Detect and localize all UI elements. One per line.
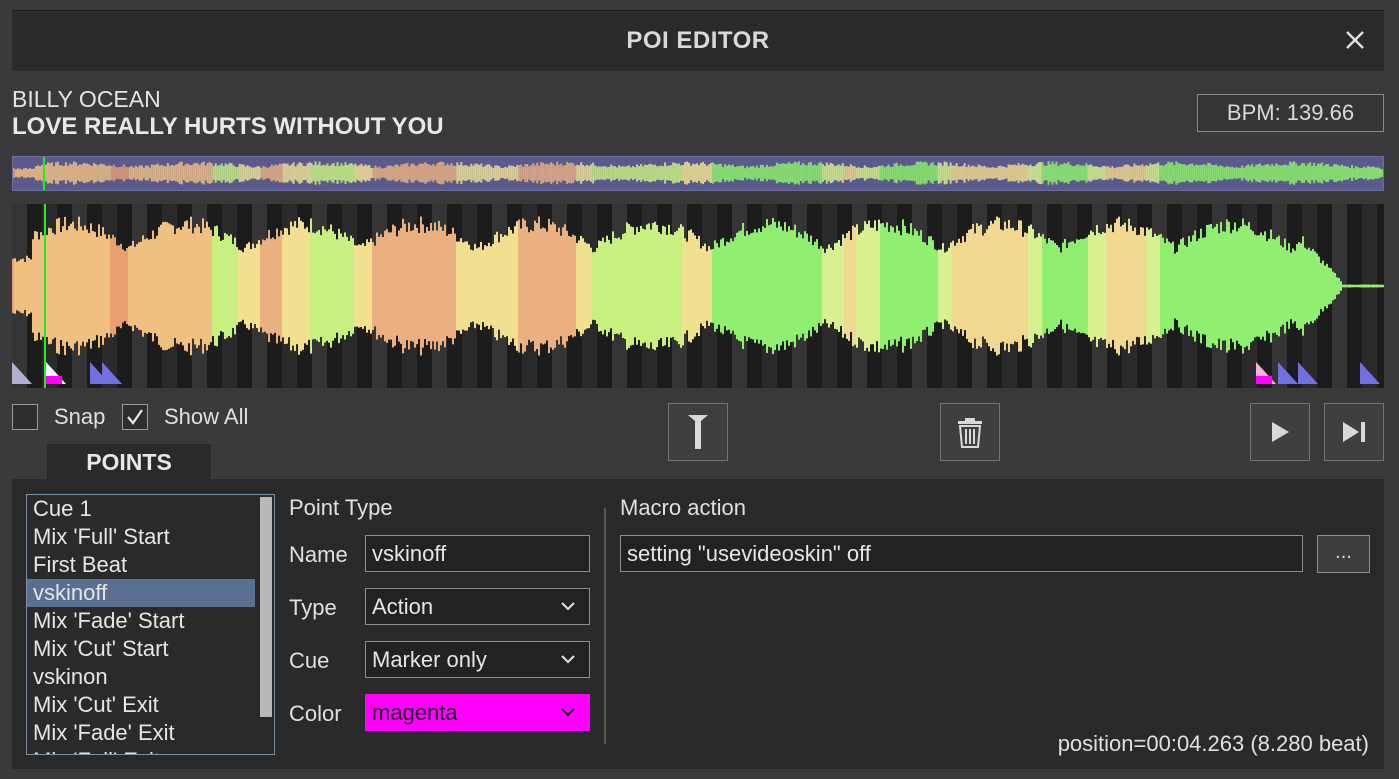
points-list-scrollbar[interactable]	[260, 497, 272, 717]
play-icon	[1272, 422, 1289, 442]
points-list[interactable]: Cue 1 Mix 'Full' Start First Beat vskinoff M…	[26, 494, 275, 755]
cue-select-value: Marker only	[372, 647, 487, 672]
snap-checkbox[interactable]	[12, 404, 38, 430]
list-item[interactable]: vskinon	[27, 663, 255, 691]
trash-icon	[958, 418, 982, 448]
list-item[interactable]: Mix 'Fade' Exit	[27, 719, 255, 747]
panel-divider	[604, 508, 606, 744]
macro-action-heading: Macro action	[620, 495, 746, 520]
poi-editor-window: POI EDITOR BILLY OCEAN LOVE REALLY HURTS…	[0, 0, 1399, 779]
marker-pin-icon	[688, 415, 708, 449]
type-label: Type	[289, 595, 337, 620]
tab-points[interactable]: POINTS	[47, 444, 211, 480]
list-item[interactable]: Mix 'Cut' Start	[27, 635, 255, 663]
close-button[interactable]	[1340, 25, 1370, 55]
waveform-detail[interactable]	[12, 204, 1384, 388]
macro-action-input[interactable]: setting "usevideoskin" off	[620, 535, 1303, 572]
snap-toggle[interactable]: Snap	[12, 403, 105, 431]
name-input[interactable]: vskinoff	[365, 535, 590, 572]
show-all-label: Show All	[164, 404, 249, 429]
list-item[interactable]: Mix 'Cut' Exit	[27, 691, 255, 719]
list-item[interactable]: Cue 1	[27, 495, 255, 523]
color-select[interactable]: magenta	[365, 694, 590, 731]
bpm-display: BPM: 139.66	[1197, 94, 1384, 132]
add-marker-button[interactable]	[668, 403, 728, 461]
list-item[interactable]: vskinoff	[27, 579, 255, 607]
skip-next-button[interactable]	[1324, 403, 1384, 461]
close-icon	[1346, 31, 1364, 49]
type-select[interactable]: Action	[365, 588, 590, 625]
color-select-value: magenta	[372, 700, 458, 725]
cue-select[interactable]: Marker only	[365, 641, 590, 678]
title-bar: POI EDITOR	[12, 10, 1384, 71]
list-item[interactable]: Mix 'Full' Exit	[27, 747, 255, 754]
name-label: Name	[289, 542, 348, 567]
show-all-toggle[interactable]: Show All	[122, 403, 248, 431]
macro-browse-button[interactable]: ...	[1317, 535, 1370, 573]
waveform-overview[interactable]	[12, 156, 1384, 191]
show-all-checkbox[interactable]	[122, 404, 148, 430]
type-select-value: Action	[372, 594, 434, 619]
track-title: LOVE REALLY HURTS WITHOUT YOU	[12, 113, 444, 140]
track-artist: BILLY OCEAN	[12, 86, 161, 112]
skip-next-icon	[1343, 422, 1365, 442]
chevron-down-icon	[561, 655, 575, 664]
position-readout: position=00:04.263 (8.280 beat)	[1057, 731, 1369, 756]
checkmark-icon	[127, 409, 143, 425]
point-type-heading: Point Type	[289, 495, 393, 520]
color-label: Color	[289, 701, 342, 726]
list-item[interactable]: First Beat	[27, 551, 255, 579]
delete-marker-button[interactable]	[940, 403, 1000, 461]
list-item[interactable]: Mix 'Full' Start	[27, 523, 255, 551]
snap-label: Snap	[54, 404, 106, 429]
chevron-down-icon	[561, 708, 575, 717]
dialog-title: POI EDITOR	[626, 27, 770, 54]
cue-label: Cue	[289, 648, 330, 673]
list-item[interactable]: Mix 'Fade' Start	[27, 607, 255, 635]
chevron-down-icon	[561, 602, 575, 611]
play-button[interactable]	[1250, 403, 1310, 461]
